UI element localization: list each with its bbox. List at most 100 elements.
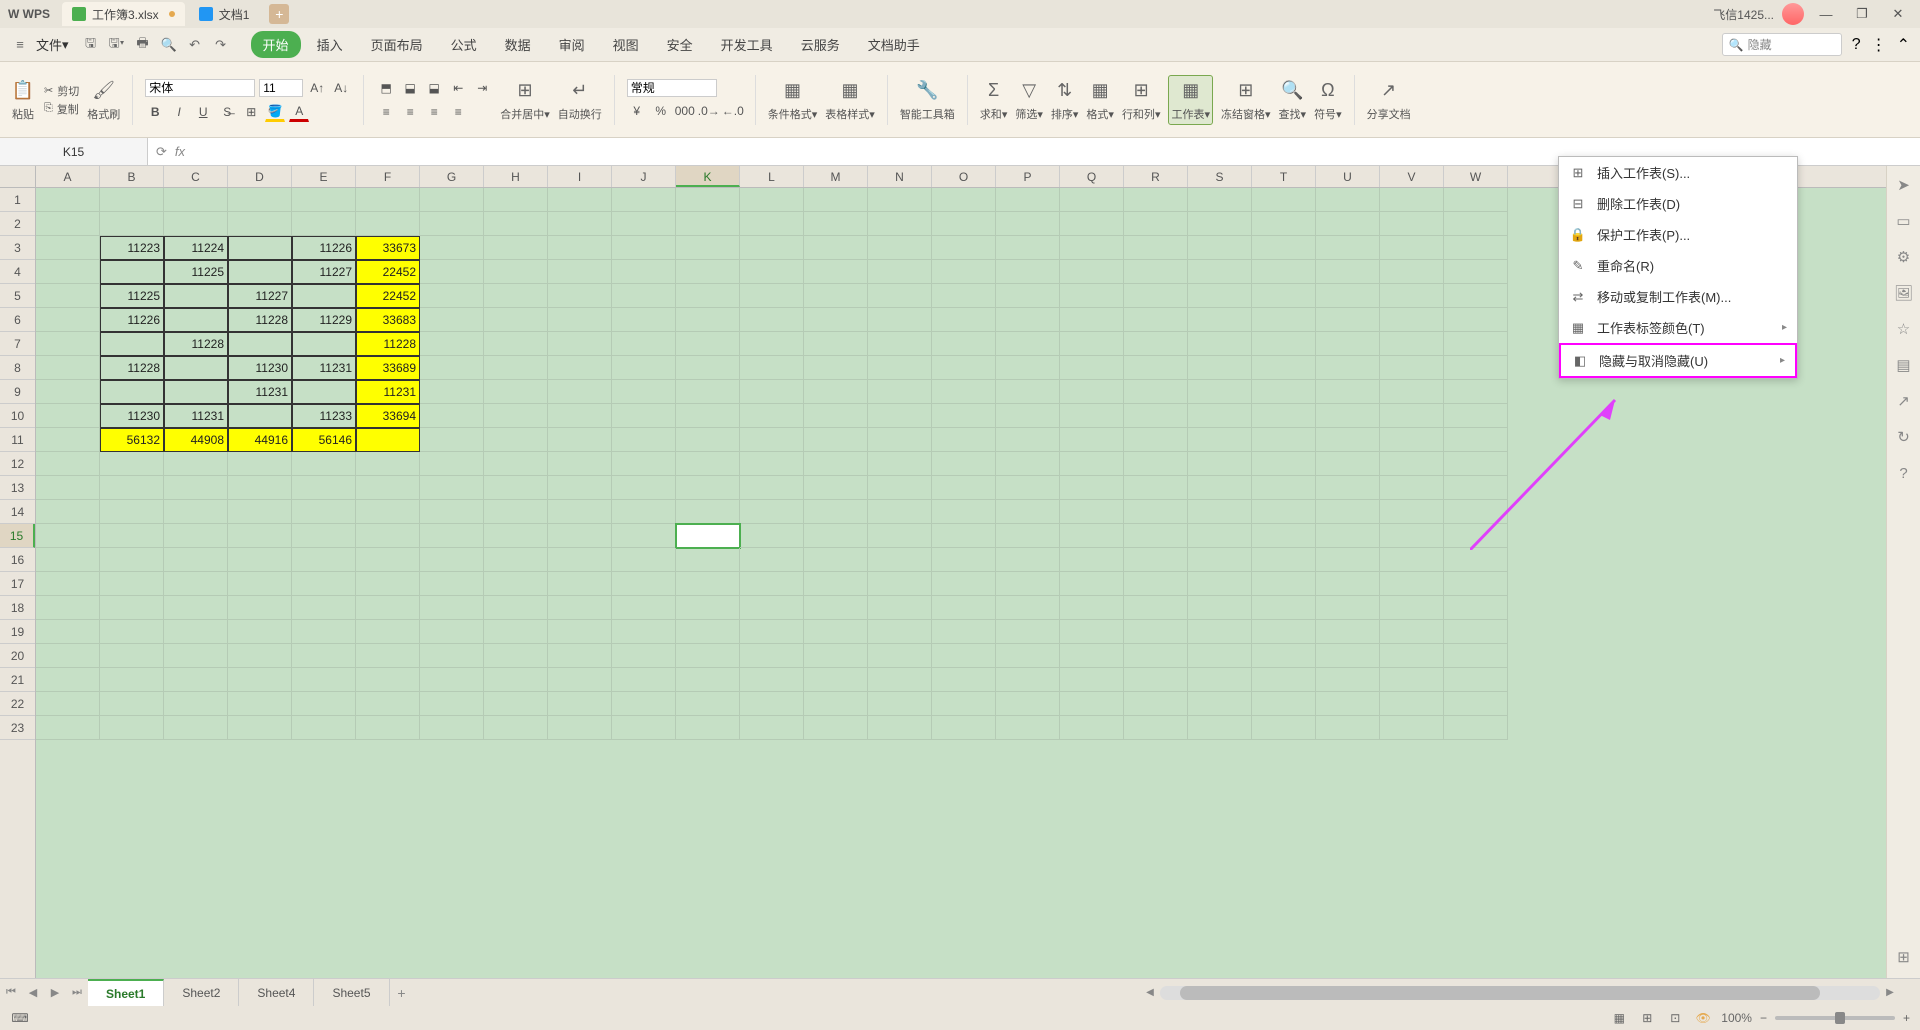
cell-E12[interactable] xyxy=(292,452,356,476)
cell-L7[interactable] xyxy=(740,332,804,356)
cell-T22[interactable] xyxy=(1252,692,1316,716)
cell-M13[interactable] xyxy=(804,476,868,500)
cell-M23[interactable] xyxy=(804,716,868,740)
cell-F6[interactable]: 33683 xyxy=(356,308,420,332)
cell-C12[interactable] xyxy=(164,452,228,476)
cell-E21[interactable] xyxy=(292,668,356,692)
user-label[interactable]: 飞信1425... xyxy=(1713,6,1774,23)
cell-G12[interactable] xyxy=(420,452,484,476)
template-icon[interactable]: ▤ xyxy=(1893,354,1915,376)
cell-R3[interactable] xyxy=(1124,236,1188,260)
cell-H13[interactable] xyxy=(484,476,548,500)
cell-R11[interactable] xyxy=(1124,428,1188,452)
cell-U9[interactable] xyxy=(1316,380,1380,404)
cell-A14[interactable] xyxy=(36,500,100,524)
cond-format[interactable]: ▦条件格式▾ xyxy=(768,78,818,122)
ribbon-tab-9[interactable]: 云服务 xyxy=(789,31,852,58)
cell-M19[interactable] xyxy=(804,620,868,644)
cell-P15[interactable] xyxy=(996,524,1060,548)
col-header-M[interactable]: M xyxy=(804,166,868,187)
cell-K19[interactable] xyxy=(676,620,740,644)
backup-icon[interactable]: ↻ xyxy=(1893,426,1915,448)
cell-B18[interactable] xyxy=(100,596,164,620)
zoom-pct[interactable]: 100% xyxy=(1721,1011,1752,1025)
cell-J8[interactable] xyxy=(612,356,676,380)
cursor-icon[interactable]: ➤ xyxy=(1893,174,1915,196)
cell-F17[interactable] xyxy=(356,572,420,596)
cell-S11[interactable] xyxy=(1188,428,1252,452)
doc-tab-0[interactable]: 工作簿3.xlsx xyxy=(62,2,185,26)
cell-S16[interactable] xyxy=(1188,548,1252,572)
cell-E17[interactable] xyxy=(292,572,356,596)
cell-R18[interactable] xyxy=(1124,596,1188,620)
cell-I15[interactable] xyxy=(548,524,612,548)
cell-P23[interactable] xyxy=(996,716,1060,740)
cell-H17[interactable] xyxy=(484,572,548,596)
cell-E9[interactable] xyxy=(292,380,356,404)
cell-F11[interactable] xyxy=(356,428,420,452)
cell-I2[interactable] xyxy=(548,212,612,236)
ribbon-tab-4[interactable]: 数据 xyxy=(493,31,543,58)
cell-M18[interactable] xyxy=(804,596,868,620)
cell-K13[interactable] xyxy=(676,476,740,500)
ribbon-tab-10[interactable]: 文档助手 xyxy=(856,31,932,58)
cell-U21[interactable] xyxy=(1316,668,1380,692)
cell-F8[interactable]: 33689 xyxy=(356,356,420,380)
cell-S19[interactable] xyxy=(1188,620,1252,644)
cell-H19[interactable] xyxy=(484,620,548,644)
cell-G18[interactable] xyxy=(420,596,484,620)
copy-button[interactable]: ⎘ 复制 xyxy=(44,101,79,117)
cell-R2[interactable] xyxy=(1124,212,1188,236)
cell-W9[interactable] xyxy=(1444,380,1508,404)
cell-M20[interactable] xyxy=(804,644,868,668)
search-box[interactable]: 🔍 隐藏 xyxy=(1722,33,1842,56)
cell-T9[interactable] xyxy=(1252,380,1316,404)
cell-C11[interactable]: 44908 xyxy=(164,428,228,452)
cell-H8[interactable] xyxy=(484,356,548,380)
cell-C13[interactable] xyxy=(164,476,228,500)
cell-W14[interactable] xyxy=(1444,500,1508,524)
cell-W7[interactable] xyxy=(1444,332,1508,356)
cell-H18[interactable] xyxy=(484,596,548,620)
cell-W22[interactable] xyxy=(1444,692,1508,716)
select-all-corner[interactable] xyxy=(0,166,36,187)
cell-J19[interactable] xyxy=(612,620,676,644)
cell-P20[interactable] xyxy=(996,644,1060,668)
cell-Q22[interactable] xyxy=(1060,692,1124,716)
cell-A16[interactable] xyxy=(36,548,100,572)
cell-B11[interactable]: 56132 xyxy=(100,428,164,452)
cell-F10[interactable]: 33694 xyxy=(356,404,420,428)
cell-C4[interactable]: 11225 xyxy=(164,260,228,284)
row-header-3[interactable]: 3 xyxy=(0,236,35,260)
table-style[interactable]: ▦表格样式▾ xyxy=(825,78,875,122)
cell-N15[interactable] xyxy=(868,524,932,548)
cell-T15[interactable] xyxy=(1252,524,1316,548)
cell-N2[interactable] xyxy=(868,212,932,236)
cell-E8[interactable]: 11231 xyxy=(292,356,356,380)
paste-group[interactable]: 📋 粘贴 xyxy=(10,78,36,122)
cell-W8[interactable] xyxy=(1444,356,1508,380)
cell-G3[interactable] xyxy=(420,236,484,260)
row-header-11[interactable]: 11 xyxy=(0,428,35,452)
cell-B1[interactable] xyxy=(100,188,164,212)
cell-Q19[interactable] xyxy=(1060,620,1124,644)
dropdown-item-0[interactable]: ⊞插入工作表(S)... xyxy=(1559,157,1797,188)
cell-J17[interactable] xyxy=(612,572,676,596)
cell-A3[interactable] xyxy=(36,236,100,260)
cell-S21[interactable] xyxy=(1188,668,1252,692)
cell-O19[interactable] xyxy=(932,620,996,644)
hamburger-icon[interactable]: ≡ xyxy=(10,35,30,55)
filter[interactable]: ▽筛选▾ xyxy=(1015,78,1043,122)
property-icon[interactable]: ⚙ xyxy=(1893,246,1915,268)
cell-Q23[interactable] xyxy=(1060,716,1124,740)
cell-R20[interactable] xyxy=(1124,644,1188,668)
cell-B9[interactable] xyxy=(100,380,164,404)
cell-F19[interactable] xyxy=(356,620,420,644)
col-header-R[interactable]: R xyxy=(1124,166,1188,187)
cell-P7[interactable] xyxy=(996,332,1060,356)
cell-E22[interactable] xyxy=(292,692,356,716)
cell-W16[interactable] xyxy=(1444,548,1508,572)
row-header-5[interactable]: 5 xyxy=(0,284,35,308)
cell-A11[interactable] xyxy=(36,428,100,452)
cell-W20[interactable] xyxy=(1444,644,1508,668)
